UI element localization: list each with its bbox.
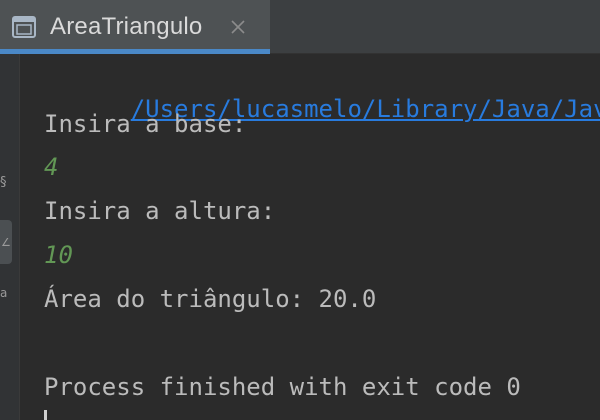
run-console-window: AreaTriangulo § ∠ a /Users/lucasmelo/Lib… — [0, 0, 600, 420]
console-gutter: § ∠ a — [0, 54, 20, 420]
console-line-path: /Users/lucasmelo/Library/Java/JavaVi — [44, 64, 600, 123]
console-output[interactable]: /Users/lucasmelo/Library/Java/JavaVi Ins… — [44, 54, 600, 420]
gutter-scroll-icon[interactable]: § — [0, 176, 8, 189]
tab-title: AreaTriangulo — [50, 13, 203, 40]
close-icon[interactable] — [229, 18, 247, 36]
result-line: Área do triângulo: 20.0 — [44, 285, 377, 313]
wrap-icon: ∠ — [1, 236, 11, 249]
input-base-value: 4 — [44, 153, 59, 181]
exit-message: Process finished with exit code 0 — [44, 373, 521, 401]
text-cursor — [44, 410, 47, 420]
gutter-toggle-button[interactable]: ∠ — [0, 220, 12, 264]
console-window-icon — [12, 16, 36, 38]
input-altura-value: 10 — [44, 241, 73, 269]
prompt-base: Insira a base: — [44, 110, 247, 138]
tab-bar: AreaTriangulo — [0, 0, 600, 54]
prompt-altura: Insira a altura: — [44, 197, 276, 225]
tab-areatriangulo[interactable]: AreaTriangulo — [0, 0, 270, 54]
print-icon[interactable]: a — [0, 287, 8, 299]
